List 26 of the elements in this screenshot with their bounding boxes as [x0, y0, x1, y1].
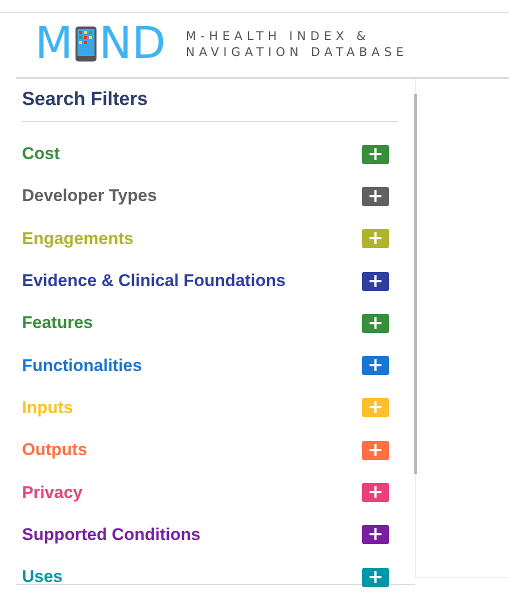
filter-label[interactable]: Engagements — [22, 228, 134, 249]
expand-button[interactable]: + — [362, 186, 389, 206]
logo: M ND — [35, 22, 166, 66]
expand-button[interactable]: + — [362, 229, 389, 248]
filter-label[interactable]: Supported Conditions — [22, 524, 200, 545]
phone-icon — [74, 26, 97, 62]
filter-label[interactable]: Privacy — [22, 482, 82, 503]
tagline: M-HEALTH INDEX & — [186, 28, 371, 44]
filter-label[interactable]: Developer Types — [22, 186, 157, 206]
expand-button[interactable]: + — [362, 272, 389, 291]
filter-label[interactable]: Outputs — [22, 440, 88, 460]
filter-label[interactable]: Uses — [22, 567, 63, 588]
filter-label[interactable]: Functionalities — [22, 356, 142, 376]
expand-button[interactable]: + — [362, 144, 389, 164]
filter-label[interactable]: Cost — [22, 144, 60, 164]
filter-label[interactable]: Features — [22, 313, 93, 334]
expand-button[interactable]: + — [362, 440, 389, 460]
tagline: NAVIGATION DATABASE — [186, 44, 408, 60]
filter-label[interactable]: Evidence & Clinical Foundations — [22, 271, 286, 292]
expand-button[interactable]: + — [362, 356, 389, 376]
expand-button[interactable]: + — [362, 314, 389, 333]
panel-title: Search Filters — [22, 79, 398, 122]
expand-button[interactable]: + — [362, 525, 389, 544]
expand-button[interactable]: + — [362, 568, 389, 587]
scrollbar[interactable] — [414, 94, 417, 474]
expand-button[interactable]: + — [362, 483, 389, 502]
